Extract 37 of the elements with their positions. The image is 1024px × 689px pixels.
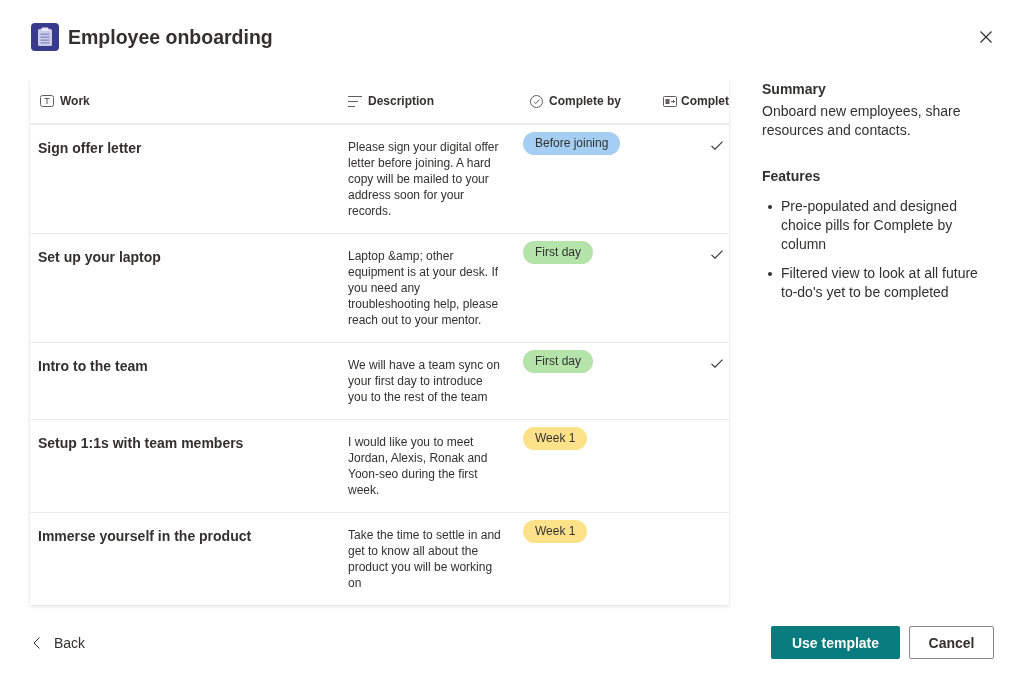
task-title: Immerse yourself in the product (38, 528, 252, 544)
cancel-button[interactable]: Cancel (909, 626, 994, 659)
dialog-title: Employee onboarding (68, 25, 273, 50)
text-field-icon (40, 95, 54, 107)
close-icon (980, 31, 992, 43)
task-title: Setup 1:1s with team members (38, 435, 244, 451)
lines-icon (348, 95, 362, 107)
clipboard-icon (31, 23, 59, 51)
choice-tag: First day (523, 241, 593, 264)
choice-tag: Week 1 (523, 520, 588, 543)
task-description: We will have a team sync on your first day to introduce you to the rest of the team (348, 357, 501, 405)
column-header[interactable]: Work (60, 93, 90, 109)
task-title: Intro to the team (38, 358, 148, 374)
features-heading: Features (762, 167, 821, 186)
choice-tag: Before joining (523, 132, 621, 155)
column-header[interactable]: Description (368, 93, 434, 109)
toggle-box-icon (663, 95, 677, 107)
bullet-icon (768, 272, 772, 276)
back-button[interactable]: Back (33, 634, 86, 651)
choice-tag: Week 1 (523, 427, 588, 450)
task-description: Take the time to settle in and get to know all about the product you will be working on (348, 527, 502, 591)
column-header[interactable]: Complete by (549, 93, 621, 109)
chevron-icon (33, 636, 40, 649)
check-circle-icon (530, 94, 543, 108)
task-description: I would like you to meet Jordan, Alexis, Ronak and Yoon-seo during the first week. (348, 434, 489, 498)
feature-text: Pre-populated and designed choice pills for Complete by column (781, 197, 958, 254)
task-title: Set up your laptop (38, 249, 161, 265)
task-description: Laptop &amp; other equipment is at your desk. If you need any troubleshooting help, please reach out to your mentor. (348, 248, 500, 328)
choice-tag: First day (523, 350, 593, 373)
feature-text: Filtered view to look at all future to-do's yet to be completed (781, 264, 979, 302)
task-description: Please sign your digital offer letter before joining. A hard copy will be mailed to your address soon for your records. (348, 139, 500, 219)
summary-heading: Summary (762, 80, 826, 99)
use-template-button[interactable]: Use template (771, 626, 900, 659)
task-title: Sign offer letter (38, 140, 142, 156)
bullet-icon (768, 205, 772, 209)
summary-text: Onboard new employees, share resources and contacts. (762, 102, 962, 140)
column-header[interactable]: Complet (681, 93, 729, 109)
